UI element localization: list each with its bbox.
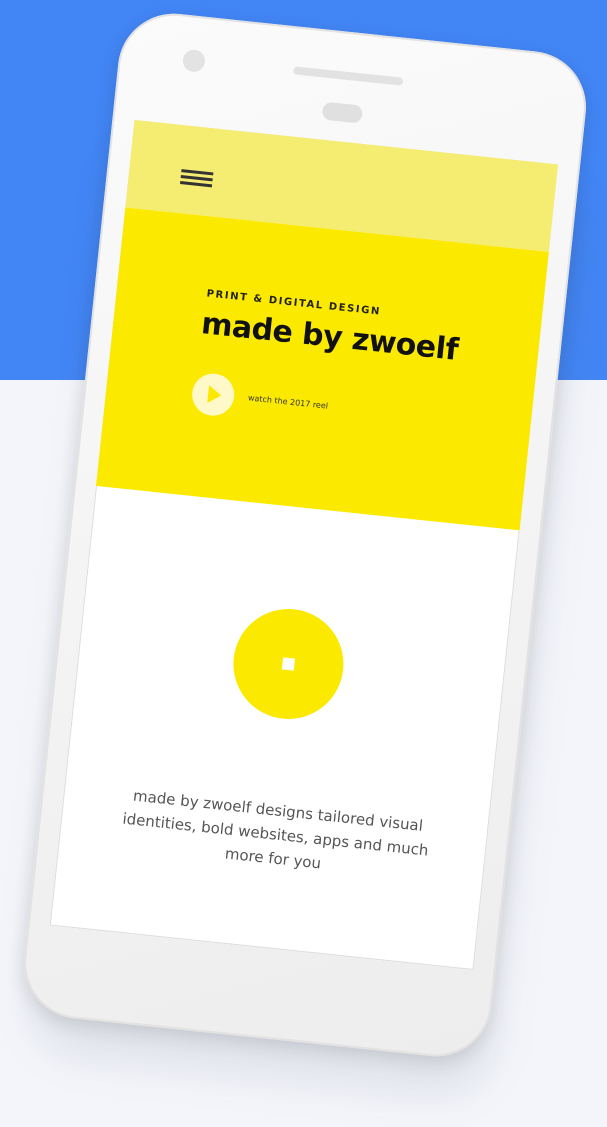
play-icon[interactable]	[190, 371, 237, 418]
hero-section: PRINT & DIGITAL DESIGN made by zwoelf wa…	[95, 207, 549, 531]
front-camera	[181, 48, 207, 73]
phone-screen: PRINT & DIGITAL DESIGN made by zwoelf wa…	[49, 119, 559, 970]
hero-title: made by zwoelf	[199, 306, 460, 368]
proximity-sensor	[321, 101, 364, 124]
description-text: made by zwoelf designs tailored visual i…	[121, 786, 430, 873]
watch-reel-link[interactable]: watch the 2017 reel	[248, 393, 329, 410]
earpiece-speaker	[293, 66, 404, 86]
circle-center-dot	[281, 657, 296, 671]
hamburger-menu-icon[interactable]	[180, 169, 214, 188]
yellow-circle-graphic	[227, 603, 349, 725]
